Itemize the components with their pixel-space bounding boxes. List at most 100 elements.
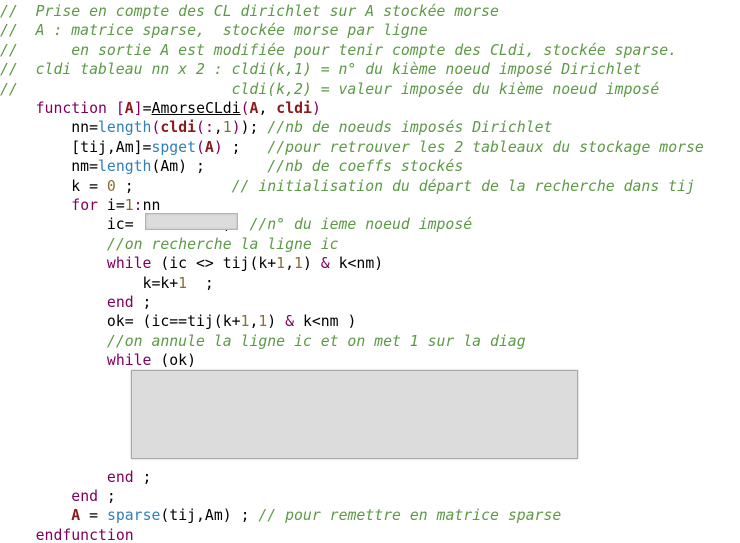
code-token: // initialisation du départ de la recher…: [231, 177, 695, 195]
code-line: // cldi tableau nn x 2 : cldi(k,1) = n° …: [0, 60, 641, 79]
code-line: //on annule la ligne ic et on met 1 sur …: [0, 332, 526, 351]
code-token: 1: [178, 274, 188, 292]
code-token: end: [106, 294, 134, 311]
code-token: A: [124, 100, 134, 117]
code-token: k=k+: [0, 274, 179, 292]
code-token: ;: [222, 138, 268, 156]
code-token: 1: [276, 255, 286, 273]
code-line: for i=1:nn: [0, 196, 160, 215]
code-token: ): [302, 255, 321, 273]
code-line: nm=length(Am) ; //nb de coeffs stockés: [0, 157, 463, 176]
code-token: 0: [106, 177, 116, 195]
code-editor[interactable]: // Prise en compte des CL dirichlet sur …: [0, 0, 740, 543]
code-token: ): [311, 100, 321, 117]
code-token: (tij,Am) ;: [160, 507, 259, 525]
code-token: ]: [133, 100, 143, 117]
code-token: while: [106, 255, 152, 273]
code-token: A: [71, 507, 81, 525]
code-token: //nb de coeffs stockés: [267, 158, 464, 176]
code-line: endfunction: [0, 526, 134, 543]
code-token: end: [106, 468, 134, 486]
code-token: k<nm ): [294, 313, 357, 331]
code-token: ;: [187, 274, 214, 292]
code-token: ;: [133, 294, 152, 311]
code-token: end: [71, 488, 99, 505]
code-token: // A : matrice sparse, stockée morse par…: [0, 22, 428, 40]
code-token: ,: [213, 119, 223, 137]
code-token: (ok): [151, 352, 196, 370]
code-line: while (ok): [0, 351, 196, 370]
code-token: //pour retrouver les 2 tableaux du stock…: [267, 138, 704, 156]
blank-fill-in-field: [145, 213, 238, 230]
code-token: nn=: [0, 119, 98, 137]
code-token: length: [98, 158, 152, 176]
code-token: //on annule la ligne ic et on met 1 sur …: [106, 332, 526, 350]
code-token: (Am) ;: [151, 158, 268, 176]
code-token: i=: [98, 197, 125, 214]
code-line: // en sortie A est modifiée pour tenir c…: [0, 41, 677, 60]
code-token: (: [196, 138, 205, 156]
code-token: 1: [124, 197, 134, 214]
code-token: cldi: [160, 119, 197, 137]
code-token: (: [240, 100, 250, 117]
code-token: (ic <> tij(k+: [151, 255, 277, 273]
code-token: (: [196, 119, 205, 137]
code-token: while: [106, 352, 152, 370]
code-token: //nb de noeuds imposés Dirichlet: [267, 119, 553, 137]
code-line: k=k+1 ;: [0, 274, 214, 293]
code-line: [tij,Am]=spget(A) ; //pour retrouver les…: [0, 138, 704, 157]
code-token: //on recherche la ligne ic: [106, 235, 339, 253]
code-token: =: [80, 507, 107, 525]
code-line: //on recherche la ligne ic: [0, 235, 339, 254]
code-token: ;: [98, 488, 116, 505]
code-token: &: [285, 313, 295, 331]
code-token: // pour remettre en matrice sparse: [258, 507, 562, 525]
code-token: ;: [115, 177, 232, 195]
code-line: k = 0 ; // initialisation du départ de l…: [0, 177, 695, 196]
code-line: // Prise en compte des CL dirichlet sur …: [0, 2, 499, 21]
code-token: // cldi tableau nn x 2 : cldi(k,1) = n° …: [0, 61, 642, 79]
code-token: &: [320, 255, 330, 273]
code-token: ,: [285, 255, 295, 273]
code-token: //n° du ieme noeud imposé: [249, 216, 473, 234]
code-line: function [A]=AmorseCLdi(A, cldi): [0, 99, 321, 118]
code-token: cldi: [276, 100, 312, 117]
code-token: A: [204, 138, 214, 156]
code-token: k<nm): [329, 255, 384, 273]
code-token: ): [213, 138, 223, 156]
code-line: end ;: [0, 487, 116, 506]
code-token: ): [267, 313, 286, 331]
code-token: // cldi(k,2) = valeur imposée du kième n…: [0, 80, 660, 98]
code-token: spget: [151, 138, 196, 156]
code-token: ,: [258, 100, 277, 117]
code-token: 1: [294, 255, 303, 273]
code-line: end ;: [0, 468, 152, 487]
blank-code-block: [131, 370, 578, 459]
code-token: sparse: [106, 507, 161, 525]
code-token: nn: [142, 197, 161, 214]
code-token: length: [98, 119, 152, 137]
code-token: [: [115, 100, 125, 117]
code-line: while (ic <> tij(k+1,1) & k<nm): [0, 254, 383, 273]
code-token: nm=: [0, 158, 98, 176]
code-token: );: [240, 119, 268, 137]
code-token: =: [142, 100, 152, 117]
code-token: k =: [0, 177, 107, 195]
code-token: :: [204, 119, 214, 137]
code-token: for: [71, 197, 99, 214]
code-token: AmorseCLdi: [151, 100, 241, 117]
code-line: A = sparse(tij,Am) ; // pour remettre en…: [0, 506, 561, 525]
code-token: :: [133, 197, 143, 214]
code-line: end ;: [0, 293, 152, 312]
code-token: endfunction: [35, 526, 134, 543]
